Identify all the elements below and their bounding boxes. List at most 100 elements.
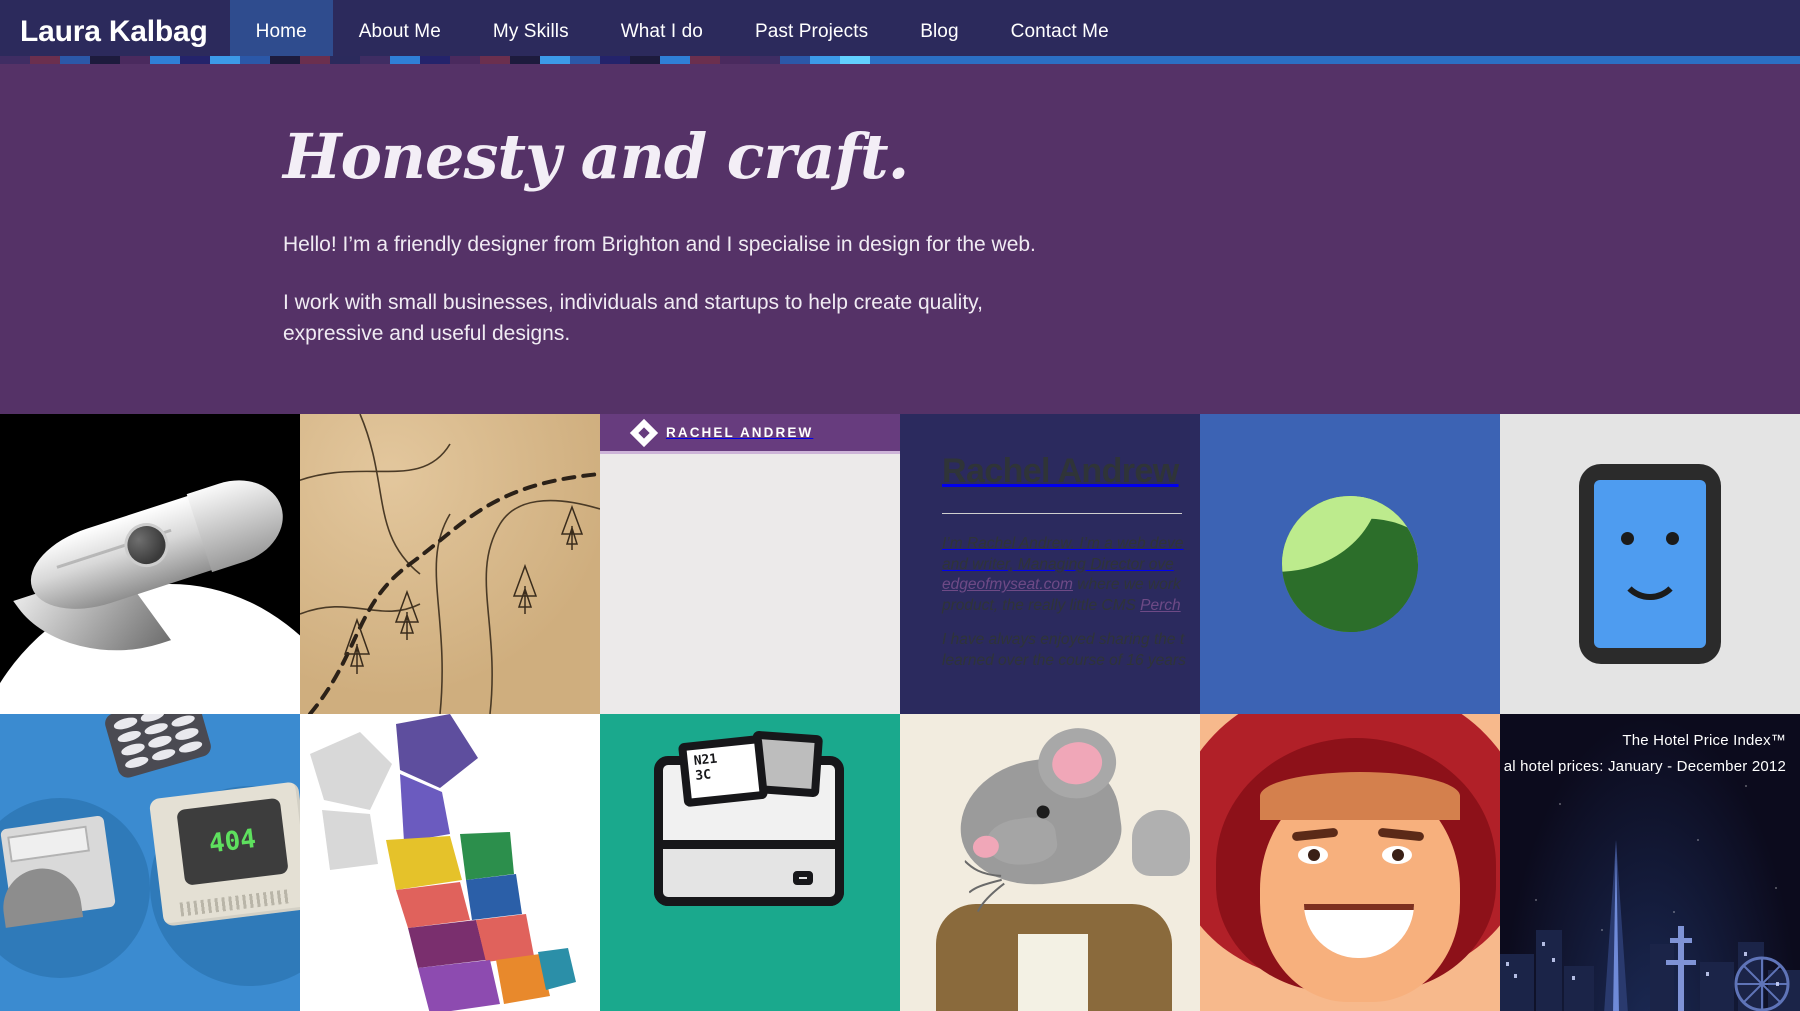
portfolio-tile-hotel-price-index[interactable]: The Hotel Price Index™ al hotel prices: … <box>1500 714 1800 1011</box>
cosmonaut-hair <box>1260 772 1460 820</box>
portfolio-tile-treasure-map[interactable] <box>300 414 600 714</box>
pixel-block <box>30 56 60 64</box>
pixel-block <box>1350 56 1380 64</box>
pixel-block <box>1440 56 1470 64</box>
pixel-block <box>720 56 750 64</box>
pixel-block <box>570 56 600 64</box>
nav-item-contact-me[interactable]: Contact Me <box>985 0 1135 64</box>
pixel-block <box>510 56 540 64</box>
pixel-block <box>390 56 420 64</box>
pixel-block <box>1530 56 1560 64</box>
portfolio-tile-mouse-character[interactable] <box>900 714 1200 1011</box>
rachel-andrew-brand: RACHEL ANDREW <box>666 425 814 440</box>
nav-item-my-skills[interactable]: My Skills <box>467 0 595 64</box>
uk-map-icon <box>310 714 576 1011</box>
pixel-block <box>1500 56 1530 64</box>
nav-item-what-i-do[interactable]: What I do <box>595 0 729 64</box>
pixel-block <box>1740 56 1770 64</box>
nav-item-home[interactable]: Home <box>229 0 333 64</box>
site-brand[interactable]: Laura Kalbag <box>0 0 230 64</box>
pixel-block <box>1050 56 1080 64</box>
rachel-andrew-body-line-2: and writer, Managing Director ove <box>942 555 1174 573</box>
pixel-block <box>870 56 900 64</box>
divider <box>942 513 1182 514</box>
portfolio-tile-green-logo[interactable] <box>1200 414 1500 714</box>
portfolio-tile-cosmonaut[interactable] <box>1200 714 1500 1011</box>
hotel-index-subtitle: al hotel prices: January - December 2012 <box>1503 758 1786 775</box>
hero-paragraph-1: Hello! I’m a friendly designer from Brig… <box>283 233 1036 256</box>
pixel-block <box>1140 56 1170 64</box>
pixel-block <box>150 56 180 64</box>
pixel-block <box>810 56 840 64</box>
portfolio-tile-rocket[interactable] <box>0 414 300 714</box>
diamond-logo-icon <box>629 418 659 447</box>
pixel-block <box>420 56 450 64</box>
pixel-block <box>90 56 120 64</box>
nav-item-blog[interactable]: Blog <box>894 0 984 64</box>
pixel-block <box>1560 56 1590 64</box>
pixel-block <box>630 56 660 64</box>
pixel-block <box>210 56 240 64</box>
portfolio-tile-wallet[interactable]: N21 3C <box>600 714 900 1011</box>
decorative-pixel-strip <box>0 56 1800 64</box>
page-title: Honesty and craft. <box>283 120 909 193</box>
mouse-shirt <box>1018 934 1088 1011</box>
telephone-icon <box>102 714 214 780</box>
main-navigation: Home About Me My Skills What I do Past P… <box>229 0 1135 64</box>
pixel-block <box>840 56 870 64</box>
link-perch[interactable]: Perch <box>1140 597 1181 614</box>
rachel-andrew-body-line-6: learned over the course of 16 years <box>942 652 1186 670</box>
link-edgeofmyseat[interactable]: edgeofmyseat.com <box>942 576 1073 593</box>
printer-icon <box>0 815 116 928</box>
pixel-block <box>180 56 210 64</box>
portfolio-tile-rachel-andrew[interactable]: RACHEL ANDREW <box>600 414 900 714</box>
portfolio-tile-smiling-phone[interactable] <box>1500 414 1800 714</box>
green-leaf-logo-icon <box>1282 496 1418 632</box>
pixel-block <box>1320 56 1350 64</box>
city-skyline-icon <box>1500 840 1800 1011</box>
mouse-head-icon <box>952 723 1128 912</box>
pixel-block <box>0 56 30 64</box>
pixel-block <box>1410 56 1440 64</box>
hotel-index-title: The Hotel Price Index™ <box>1622 732 1786 749</box>
portfolio-tile-rachel-andrew[interactable]: Rachel Andrew I’m Rachel Andrew. I’m a w… <box>942 452 1200 576</box>
map-drawing-icon <box>300 414 600 714</box>
pixel-block <box>1650 56 1680 64</box>
site-header: Laura Kalbag Home About Me My Skills Wha… <box>0 0 1800 64</box>
pixel-block <box>60 56 90 64</box>
pixel-block <box>1020 56 1050 64</box>
pixel-block <box>1110 56 1140 64</box>
pixel-block <box>480 56 510 64</box>
portfolio-grid: RACHEL ANDREW Rachel Andrew I’m Rachel A… <box>0 414 1800 1011</box>
pixel-block <box>120 56 150 64</box>
hero-section: Honesty and craft. Hello! I’m a friendly… <box>0 64 1800 414</box>
mouse-hand <box>1132 810 1190 876</box>
pixel-block <box>300 56 330 64</box>
rachel-andrew-body-line-3-tail: where we work <box>1072 576 1181 594</box>
nav-item-about-me[interactable]: About Me <box>333 0 467 64</box>
pixel-block <box>1380 56 1410 64</box>
pixel-block <box>1710 56 1740 64</box>
pixel-block <box>900 56 930 64</box>
pixel-block <box>780 56 810 64</box>
pixel-block <box>1080 56 1110 64</box>
wallet-icon: N21 3C <box>654 730 844 906</box>
pixel-block <box>1260 56 1290 64</box>
pixel-block <box>690 56 720 64</box>
hero-paragraph-2: I work with small businesses, individual… <box>283 291 983 345</box>
pixel-block <box>960 56 990 64</box>
computer-icon: 404 <box>148 781 300 927</box>
phone-screen <box>1594 480 1706 648</box>
rachel-andrew-body-line-5: I have always enjoyed sharing the t <box>942 631 1185 649</box>
pixel-block <box>360 56 390 64</box>
rachel-andrew-header-bar: RACHEL ANDREW <box>600 414 900 454</box>
nav-item-past-projects[interactable]: Past Projects <box>729 0 894 64</box>
portfolio-tile-retro-404[interactable]: 1011 0100 0011 404 <box>0 714 300 1011</box>
pixel-block <box>1590 56 1620 64</box>
pixel-block <box>1200 56 1230 64</box>
card-text: N21 3C <box>677 734 769 808</box>
portfolio-tile-uk-map[interactable] <box>300 714 600 1011</box>
pixel-block <box>1170 56 1200 64</box>
pixel-block <box>270 56 300 64</box>
rachel-andrew-heading: Rachel Andrew <box>942 452 1179 490</box>
